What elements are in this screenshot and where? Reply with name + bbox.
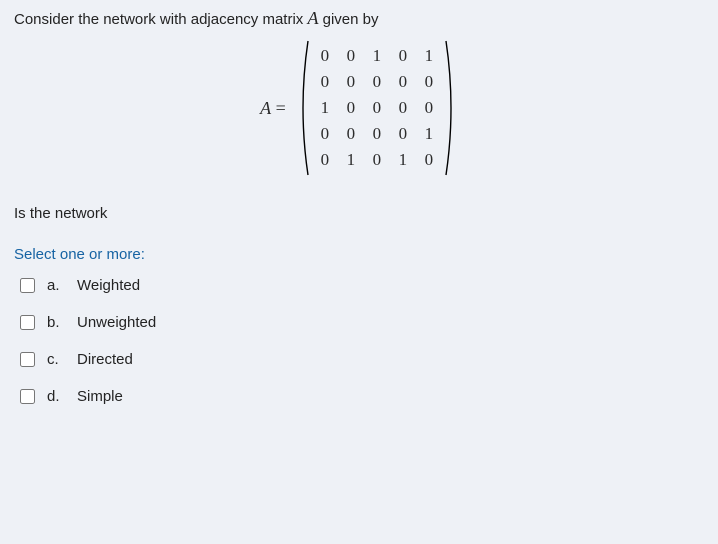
matrix-cell: 0 bbox=[399, 124, 408, 144]
matrix-cell: 0 bbox=[425, 72, 434, 92]
matrix-cell: 1 bbox=[399, 150, 408, 170]
matrix-cell: 0 bbox=[399, 72, 408, 92]
options-list: a. Weighted b. Unweighted c. Directed d.… bbox=[14, 277, 704, 405]
matrix-cell: 0 bbox=[425, 98, 434, 118]
matrix-cell: 1 bbox=[425, 124, 434, 144]
matrix-equation: A = 0010100000100000000101010 bbox=[14, 39, 704, 177]
option-b-checkbox[interactable] bbox=[20, 315, 35, 330]
matrix-cell: 0 bbox=[399, 98, 408, 118]
option-d-letter: d. bbox=[47, 388, 65, 405]
question-prompt: Consider the network with adjacency matr… bbox=[14, 8, 704, 29]
matrix-cell: 0 bbox=[347, 98, 356, 118]
option-d-text: Simple bbox=[77, 388, 123, 405]
matrix-variable: A bbox=[307, 8, 318, 28]
matrix-cell: 0 bbox=[347, 72, 356, 92]
matrix-cell: 0 bbox=[373, 98, 382, 118]
matrix-cell: 0 bbox=[399, 46, 408, 66]
matrix-grid: 0010100000100000000101010 bbox=[310, 39, 444, 177]
matrix-equals: = bbox=[271, 98, 286, 118]
option-b[interactable]: b. Unweighted bbox=[20, 314, 704, 331]
matrix-cell: 1 bbox=[373, 46, 382, 66]
option-d-checkbox[interactable] bbox=[20, 389, 35, 404]
matrix-lhs-var: A bbox=[260, 98, 271, 118]
matrix-cell: 0 bbox=[373, 150, 382, 170]
matrix-cell: 0 bbox=[347, 124, 356, 144]
matrix-cell: 0 bbox=[373, 72, 382, 92]
matrix-cell: 1 bbox=[425, 46, 434, 66]
matrix-cell: 0 bbox=[425, 150, 434, 170]
prompt-prefix: Consider the network with adjacency matr… bbox=[14, 11, 307, 28]
matrix-cell: 0 bbox=[373, 124, 382, 144]
matrix-lhs: A = bbox=[260, 98, 286, 119]
matrix-cell: 0 bbox=[321, 124, 330, 144]
left-paren-icon bbox=[296, 39, 310, 177]
matrix-cell: 0 bbox=[321, 72, 330, 92]
option-c-checkbox[interactable] bbox=[20, 352, 35, 367]
option-b-text: Unweighted bbox=[77, 314, 156, 331]
option-c[interactable]: c. Directed bbox=[20, 351, 704, 368]
option-a[interactable]: a. Weighted bbox=[20, 277, 704, 294]
matrix-cell: 1 bbox=[321, 98, 330, 118]
question-is-the-network: Is the network bbox=[14, 205, 704, 222]
option-a-checkbox[interactable] bbox=[20, 278, 35, 293]
matrix-cell: 1 bbox=[347, 150, 356, 170]
matrix-body: 0010100000100000000101010 bbox=[296, 39, 458, 177]
option-b-letter: b. bbox=[47, 314, 65, 331]
matrix-cell: 0 bbox=[321, 46, 330, 66]
prompt-suffix: given by bbox=[318, 11, 378, 28]
right-paren-icon bbox=[444, 39, 458, 177]
option-c-letter: c. bbox=[47, 351, 65, 368]
option-d[interactable]: d. Simple bbox=[20, 388, 704, 405]
select-instruction: Select one or more: bbox=[14, 246, 704, 263]
matrix-cell: 0 bbox=[347, 46, 356, 66]
option-a-text: Weighted bbox=[77, 277, 140, 294]
option-a-letter: a. bbox=[47, 277, 65, 294]
option-c-text: Directed bbox=[77, 351, 133, 368]
matrix-cell: 0 bbox=[321, 150, 330, 170]
